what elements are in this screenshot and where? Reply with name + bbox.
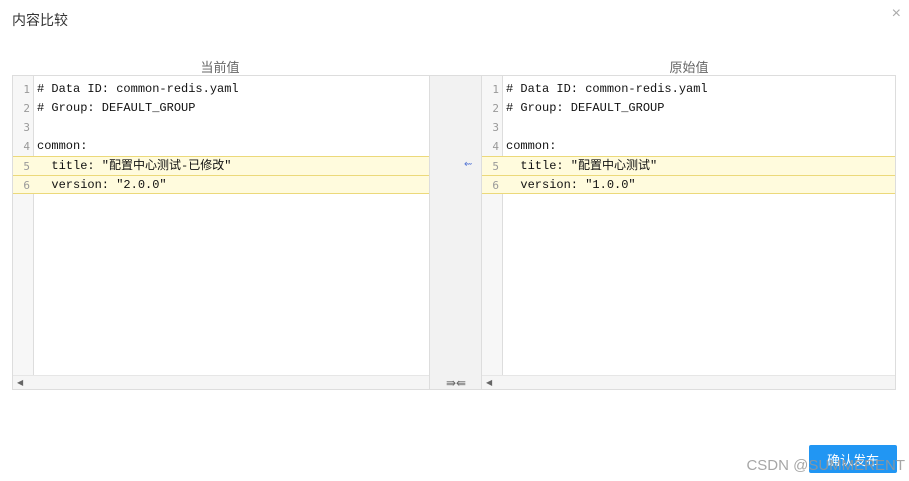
code-text: common: xyxy=(506,139,557,153)
dialog-title: 内容比较 xyxy=(12,12,68,28)
code-line: 6 version: "1.0.0" xyxy=(482,175,895,194)
code-line: 6 version: "2.0.0" xyxy=(13,175,429,194)
code-line: 1 # Data ID: common-redis.yaml xyxy=(13,80,429,99)
line-number: 5 xyxy=(492,160,499,173)
line-number: 1 xyxy=(23,83,30,96)
code-text: # Group: DEFAULT_GROUP xyxy=(37,101,196,115)
right-pane-header: 原始值 xyxy=(669,60,709,75)
code-line: 1 # Data ID: common-redis.yaml xyxy=(482,80,895,99)
code-line: 2 # Group: DEFAULT_GROUP xyxy=(482,99,895,118)
line-number: 6 xyxy=(23,179,30,192)
code-text: # Data ID: common-redis.yaml xyxy=(37,82,239,96)
right-horizontal-scrollbar[interactable]: ◀ xyxy=(482,375,895,389)
line-number: 2 xyxy=(492,102,499,115)
code-text: # Group: DEFAULT_GROUP xyxy=(506,101,665,115)
line-number: 5 xyxy=(23,160,30,173)
left-pane-header: 当前值 xyxy=(200,60,240,75)
line-number: 3 xyxy=(492,121,499,134)
watermark: CSDN @SUMMERENT xyxy=(746,457,905,474)
line-number: 1 xyxy=(492,83,499,96)
close-icon[interactable]: × xyxy=(892,6,901,22)
code-line: 3 xyxy=(482,118,895,137)
code-text: title: "配置中心测试" xyxy=(506,159,658,173)
code-text: version: "1.0.0" xyxy=(506,178,636,192)
code-line: 4 common: xyxy=(482,137,895,156)
line-number: 4 xyxy=(23,140,30,153)
code-text: # Data ID: common-redis.yaml xyxy=(506,82,708,96)
scroll-left-icon[interactable]: ◀ xyxy=(17,378,23,387)
line-number: 6 xyxy=(492,179,499,192)
current-value-editor[interactable]: 1 # Data ID: common-redis.yaml 2 # Group: D… xyxy=(13,76,429,375)
line-number: 3 xyxy=(23,121,30,134)
revert-chunk-icon[interactable]: ⇜ xyxy=(464,158,472,172)
line-number: 4 xyxy=(492,140,499,153)
code-text: version: "2.0.0" xyxy=(37,178,167,192)
code-line: 3 xyxy=(13,118,429,137)
scroll-left-icon[interactable]: ◀ xyxy=(486,378,492,387)
line-number: 2 xyxy=(23,102,30,115)
code-line: 5 title: "配置中心测试" xyxy=(482,156,895,175)
merge-view: 1 # Data ID: common-redis.yaml 2 # Group: D… xyxy=(12,75,896,390)
merge-gap xyxy=(429,76,482,389)
left-horizontal-scrollbar[interactable]: ◀ xyxy=(13,375,429,389)
code-line: 5 title: "配置中心测试-已修改" xyxy=(13,156,429,175)
merge-all-icon[interactable]: ⇛⇚ xyxy=(441,376,471,390)
code-line: 4 common: xyxy=(13,137,429,156)
original-value-editor[interactable]: 1 # Data ID: common-redis.yaml 2 # Group: D… xyxy=(482,76,895,375)
code-line: 2 # Group: DEFAULT_GROUP xyxy=(13,99,429,118)
code-text: common: xyxy=(37,139,88,153)
code-text: title: "配置中心测试-已修改" xyxy=(37,159,232,173)
